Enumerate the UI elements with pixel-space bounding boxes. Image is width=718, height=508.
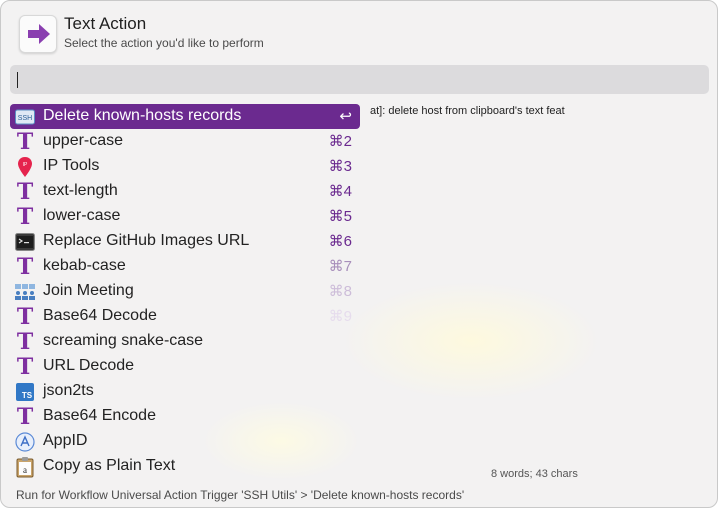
action-label: Copy as Plain Text xyxy=(43,457,176,474)
action-label: IP Tools xyxy=(43,157,100,174)
action-item-ip-tools[interactable]: IP IP Tools ⌘3 xyxy=(10,154,360,179)
action-label: Base64 Decode xyxy=(43,307,157,324)
text-action-window: Text Action Select the action you'd like… xyxy=(0,0,718,508)
action-item-base64-decode[interactable]: T Base64 Decode ⌘9 xyxy=(10,304,360,329)
action-item-json2ts[interactable]: TS json2ts xyxy=(10,379,360,404)
text-t-icon: T xyxy=(16,179,34,205)
background-glow xyxy=(341,281,601,401)
ssh-icon: SSH xyxy=(14,106,36,128)
action-item-url-decode[interactable]: T URL Decode xyxy=(10,354,360,379)
shortcut-label: ⌘4 xyxy=(328,183,352,200)
action-list: SSH Delete known-hosts records ↩ T upper… xyxy=(10,104,360,479)
action-label: text-length xyxy=(43,182,118,199)
window-subtitle: Select the action you'd like to perform xyxy=(64,36,264,50)
action-label: kebab-case xyxy=(43,257,126,274)
text-t-icon: T xyxy=(16,254,34,280)
action-item-text-length[interactable]: T text-length ⌘4 xyxy=(10,179,360,204)
action-item-appid[interactable]: AppID xyxy=(10,429,360,454)
action-label: AppID xyxy=(43,432,88,449)
text-caret xyxy=(17,72,18,88)
app-store-icon xyxy=(14,431,36,453)
action-item-screaming-snake-case[interactable]: T screaming snake-case xyxy=(10,329,360,354)
shortcut-label: ⌘3 xyxy=(328,158,352,175)
preview-text: at]: delete host from clipboard's text f… xyxy=(370,105,565,117)
action-item-lower-case[interactable]: T lower-case ⌘5 xyxy=(10,204,360,229)
action-label: URL Decode xyxy=(43,357,135,374)
action-label: Delete known-hosts records xyxy=(43,107,242,124)
ip-pin-icon: IP xyxy=(14,156,36,178)
svg-text:a: a xyxy=(23,465,27,475)
action-item-join-meeting[interactable]: Join Meeting ⌘8 xyxy=(10,279,360,304)
action-item-base64-encode[interactable]: T Base64 Encode xyxy=(10,404,360,429)
action-item-kebab-case[interactable]: T kebab-case ⌘7 xyxy=(10,254,360,279)
action-label: screaming snake-case xyxy=(43,332,204,349)
shortcut-label: ⌘2 xyxy=(328,133,352,150)
action-label: Replace GitHub Images URL xyxy=(43,232,250,249)
action-label: Join Meeting xyxy=(43,282,134,299)
word-char-count: 8 words; 43 chars xyxy=(491,468,578,480)
enter-shortcut: ↩ xyxy=(339,108,352,125)
shortcut-label: ⌘5 xyxy=(328,208,352,225)
action-item-upper-case[interactable]: T upper-case ⌘2 xyxy=(10,129,360,154)
footer-status: Run for Workflow Universal Action Trigge… xyxy=(16,488,465,502)
svg-text:TS: TS xyxy=(22,391,33,400)
clipboard-icon: a xyxy=(14,456,36,478)
action-label: json2ts xyxy=(43,382,94,399)
shortcut-label: ⌘7 xyxy=(328,258,352,275)
shortcut-label: ⌘8 xyxy=(328,283,352,300)
people-icon xyxy=(14,281,36,303)
terminal-icon xyxy=(14,231,36,253)
action-item-replace-github-images-url[interactable]: Replace GitHub Images URL ⌘6 xyxy=(10,229,360,254)
text-t-icon: T xyxy=(16,354,34,380)
svg-text:SSH: SSH xyxy=(18,115,32,122)
action-label: upper-case xyxy=(43,132,124,149)
text-t-icon: T xyxy=(16,329,34,355)
window-title: Text Action xyxy=(64,14,147,33)
action-item-delete-known-hosts-records[interactable]: SSH Delete known-hosts records ↩ xyxy=(10,104,360,129)
action-label: lower-case xyxy=(43,207,121,224)
text-t-icon: T xyxy=(16,204,34,230)
text-t-icon: T xyxy=(16,129,34,155)
typescript-icon: TS xyxy=(14,381,36,403)
search-input[interactable] xyxy=(10,65,709,94)
text-t-icon: T xyxy=(16,304,34,330)
shortcut-label: ⌘6 xyxy=(328,233,352,250)
svg-text:IP: IP xyxy=(23,162,28,168)
text-t-icon: T xyxy=(16,404,34,430)
action-item-copy-as-plain-text[interactable]: a Copy as Plain Text xyxy=(10,454,360,479)
shortcut-label: ⌘9 xyxy=(328,308,352,325)
arrow-right-icon xyxy=(19,15,57,53)
action-label: Base64 Encode xyxy=(43,407,156,424)
